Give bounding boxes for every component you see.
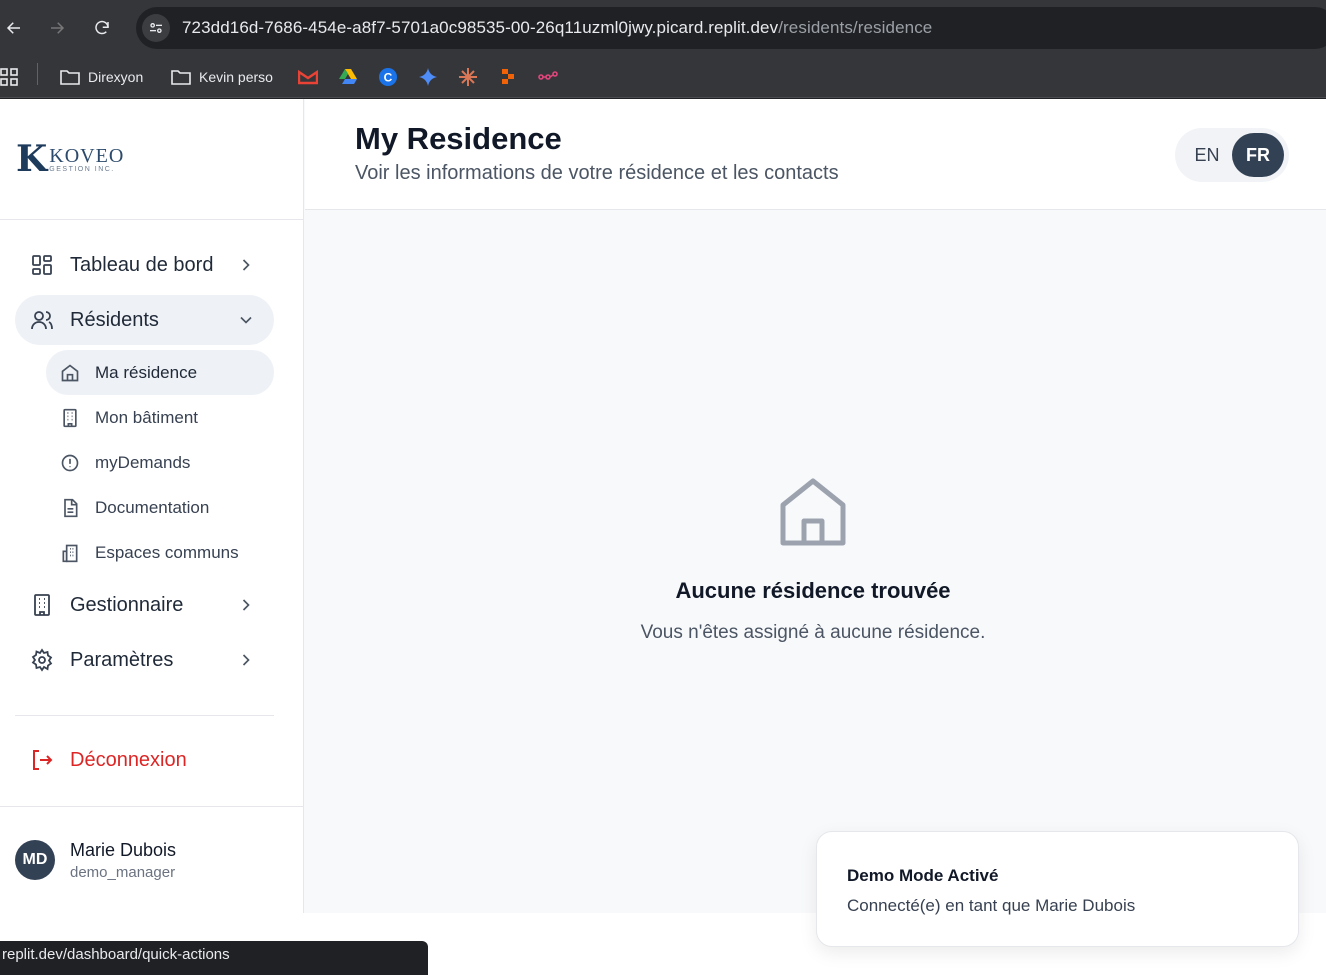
apps-grid-icon[interactable] <box>0 66 18 88</box>
toast-title: Demo Mode Activé <box>847 866 999 885</box>
sidebar-subitem-mydemands[interactable]: myDemands <box>46 440 274 485</box>
logo[interactable]: K KOVEO GESTION INC. <box>0 99 303 220</box>
chevron-right-icon <box>242 259 250 271</box>
common-spaces-icon <box>62 544 78 562</box>
back-icon[interactable] <box>0 14 28 42</box>
bookmark-label: Kevin perso <box>199 69 273 85</box>
document-icon <box>64 498 78 517</box>
demo-mode-toast[interactable]: Demo Mode Activé Connecté(e) en tant que… <box>816 831 1299 947</box>
c-app-icon[interactable]: C <box>378 66 398 88</box>
svg-text:C: C <box>384 71 393 85</box>
sidebar-subitem-label: Mon bâtiment <box>95 407 198 427</box>
page-header: My Residence Voir les informations de vo… <box>305 99 1326 210</box>
sidebar-item-label: Gestionnaire <box>70 593 184 616</box>
logout-label: Déconnexion <box>70 748 187 771</box>
bookmark-separator <box>37 63 38 85</box>
gear-icon <box>31 648 53 672</box>
building-icon <box>34 594 50 616</box>
sidebar-item-residents[interactable]: Résidents <box>15 295 274 345</box>
sidebar-item-gestionnaire[interactable]: Gestionnaire <box>15 580 274 630</box>
empty-state-title: Aucune résidence trouvée <box>675 578 951 603</box>
chevron-right-icon <box>242 654 250 666</box>
folder-icon <box>60 67 80 87</box>
url-host: 723dd16d-7686-454e-a8f7-5701a0c98535-00-… <box>182 18 779 37</box>
toast-message: Connecté(e) en tant que Marie Dubois <box>847 896 1136 915</box>
sidebar-subitem-espaces-communs[interactable]: Espaces communs <box>46 530 274 575</box>
user-role: demo_manager <box>70 864 176 881</box>
sidebar-item-parametres[interactable]: Paramètres <box>15 635 274 685</box>
url-path: /residents/residence <box>778 18 933 37</box>
users-icon <box>31 311 53 330</box>
home-icon <box>61 363 79 381</box>
lang-en-button[interactable]: EN <box>1181 133 1233 177</box>
reload-icon[interactable] <box>88 14 116 42</box>
sidebar-subitem-mon-batiment[interactable]: Mon bâtiment <box>46 395 274 440</box>
empty-state-message: Vous n'êtes assigné à aucune résidence. <box>640 622 986 643</box>
user-profile[interactable]: MD Marie Dubois demo_manager <box>0 806 304 913</box>
status-bar-url: replit.dev/dashboard/quick-actions <box>0 941 428 975</box>
app-window: K KOVEO GESTION INC. Tableau de bord Rés… <box>0 99 1326 913</box>
claude-icon[interactable] <box>458 66 478 88</box>
building-icon <box>63 408 77 427</box>
gemini-icon[interactable] <box>418 66 438 88</box>
logout-icon <box>33 750 53 770</box>
chevron-right-icon <box>242 599 250 611</box>
alert-circle-icon <box>61 454 79 471</box>
page-title: My Residence <box>355 121 562 156</box>
forward-icon[interactable] <box>43 14 71 42</box>
bookmark-label: Direxyon <box>88 69 144 85</box>
logo-name: KOVEO <box>49 145 125 167</box>
logout-button[interactable]: Déconnexion <box>15 735 274 785</box>
language-toggle: EN FR <box>1175 128 1289 182</box>
sidebar-subitem-label: myDemands <box>95 452 191 472</box>
drive-icon[interactable] <box>338 66 358 88</box>
address-bar[interactable]: 723dd16d-7686-454e-a8f7-5701a0c98535-00-… <box>136 7 1326 49</box>
sidebar-subitem-label: Documentation <box>95 497 210 517</box>
sidebar: K KOVEO GESTION INC. Tableau de bord Rés… <box>0 99 304 913</box>
chevron-down-icon <box>240 316 252 324</box>
url-text: 723dd16d-7686-454e-a8f7-5701a0c98535-00-… <box>182 18 932 38</box>
logo-sub: GESTION INC. <box>49 166 115 173</box>
bookmark-kevin-perso[interactable]: Kevin perso <box>171 66 273 88</box>
home-icon <box>780 478 846 546</box>
sidebar-subitem-documentation[interactable]: Documentation <box>46 485 274 530</box>
browser-toolbar: 723dd16d-7686-454e-a8f7-5701a0c98535-00-… <box>0 0 1326 56</box>
lang-fr-button[interactable]: FR <box>1232 133 1284 177</box>
user-name: Marie Dubois <box>70 840 177 860</box>
sidebar-item-label: Tableau de bord <box>70 253 214 276</box>
gmail-icon[interactable] <box>298 66 318 88</box>
folder-icon <box>171 67 191 87</box>
dashboard-icon <box>32 255 52 275</box>
bookmark-direxyon[interactable]: Direxyon <box>60 66 143 88</box>
connections-icon[interactable] <box>538 66 558 88</box>
sidebar-subitem-label: Ma résidence <box>95 362 198 382</box>
sidebar-item-label: Paramètres <box>70 648 174 671</box>
sidebar-item-tableau-de-bord[interactable]: Tableau de bord <box>15 240 274 290</box>
sidebar-divider <box>15 715 274 716</box>
logo-wordmark: KOVEO GESTION INC. <box>49 145 124 173</box>
avatar: MD <box>15 840 55 880</box>
sidebar-subitem-label: Espaces communs <box>95 542 239 562</box>
replit-icon[interactable] <box>498 66 518 88</box>
sidebar-item-label: Résidents <box>70 308 159 331</box>
sidebar-subitem-ma-residence[interactable]: Ma résidence <box>46 350 274 395</box>
logo-mark: K <box>16 138 48 180</box>
page-subtitle: Voir les informations de votre résidence… <box>355 162 839 184</box>
site-info-icon[interactable] <box>142 14 170 42</box>
bookmarks-bar: Direxyon Kevin perso C <box>0 56 1326 98</box>
